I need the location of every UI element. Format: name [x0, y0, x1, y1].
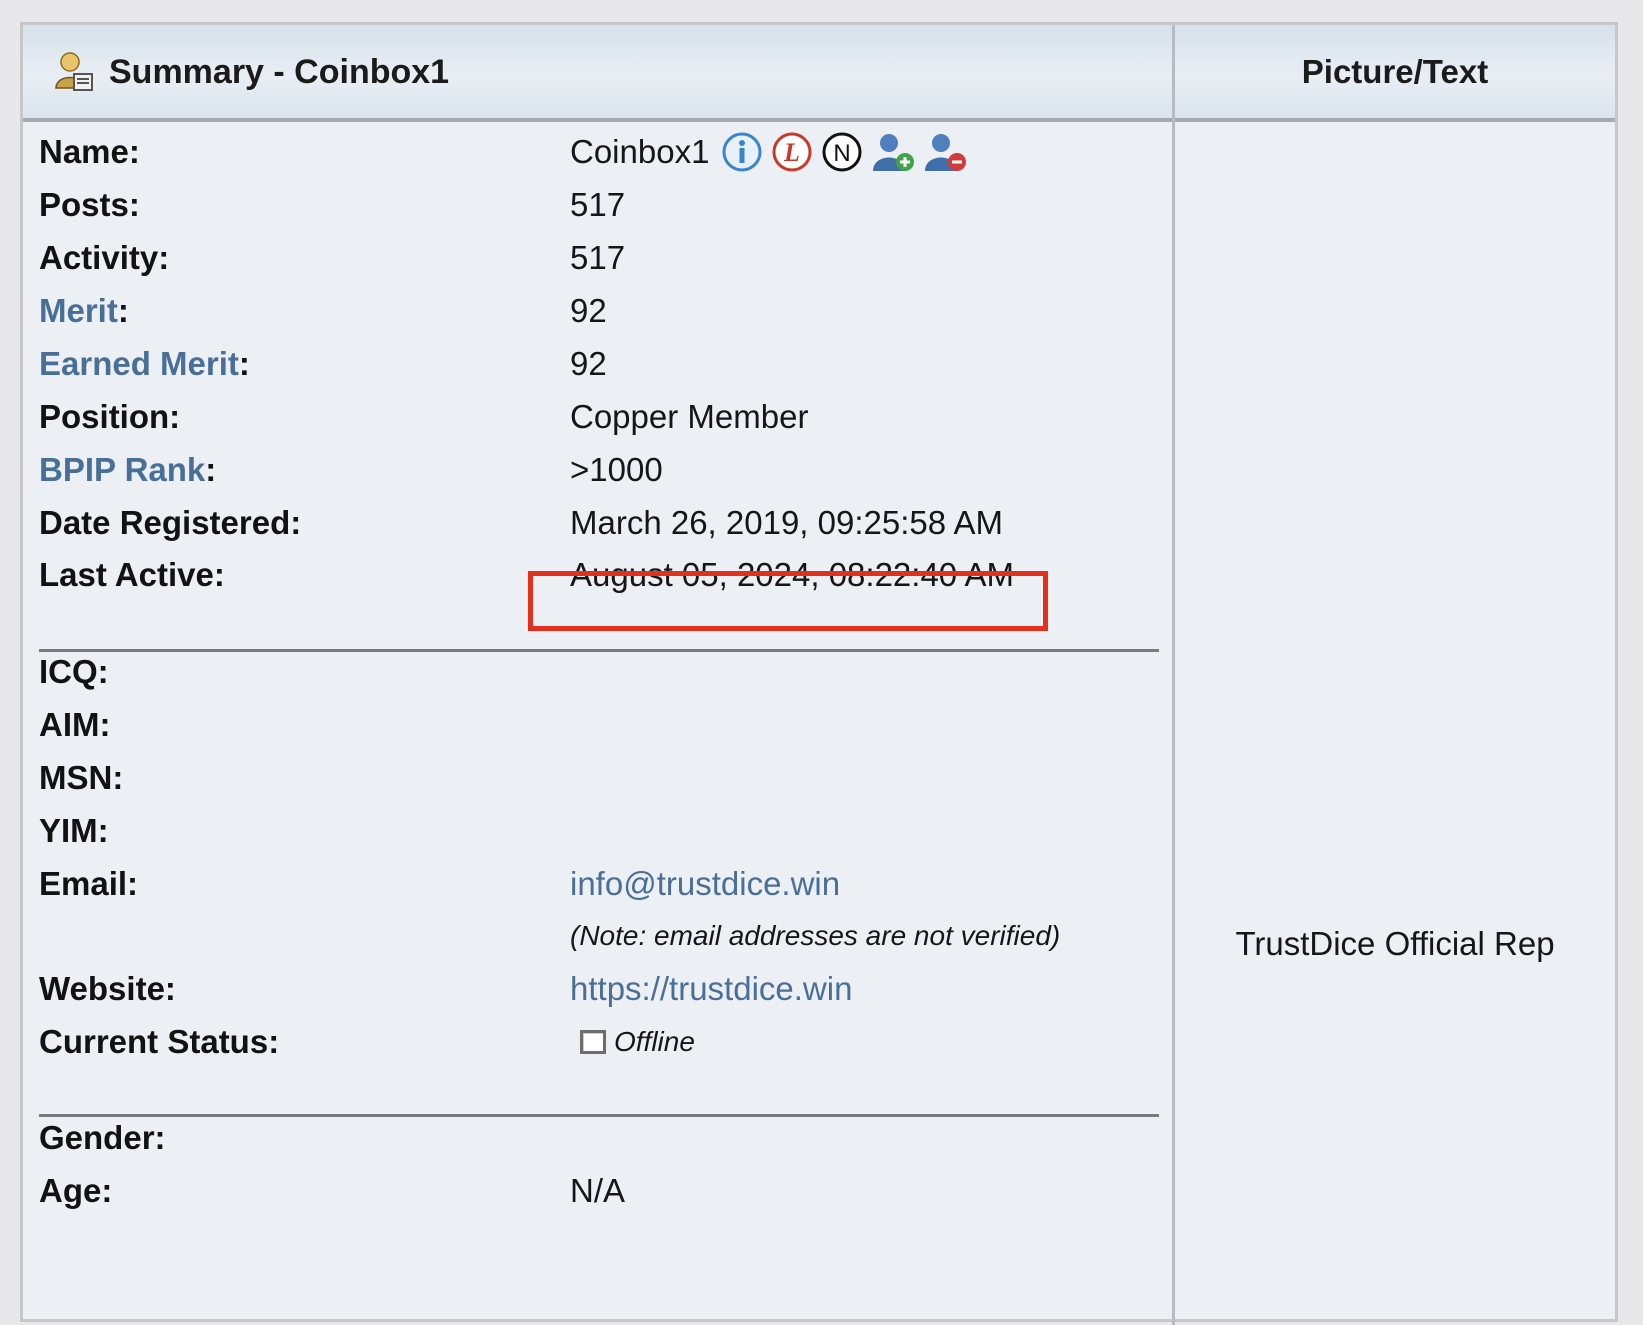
age-label: Age: [39, 1172, 113, 1209]
user-info-icon[interactable] [721, 131, 763, 173]
posts-label: Posts: [39, 186, 140, 223]
panel-title-text: Summary - Coinbox1 [109, 52, 450, 91]
website-link[interactable]: https://trustdice.win [570, 970, 852, 1008]
bpip-rank-link[interactable]: BPIP Rank [39, 451, 205, 488]
email-note: (Note: email addresses are not verified) [570, 920, 1061, 951]
merit-label: Merit: [39, 292, 129, 329]
email-value: info@trustdice.win [570, 859, 840, 909]
earned-merit-link[interactable]: Earned Merit [39, 345, 239, 382]
last-active-highlight-box [528, 571, 1048, 631]
icq-label: ICQ: [39, 653, 109, 690]
svg-text:L: L [783, 138, 800, 167]
letter-l-icon[interactable]: L [771, 131, 813, 173]
name-label: Name: [39, 133, 140, 170]
last-active-label: Last Active: [39, 556, 225, 593]
msn-label: MSN: [39, 759, 124, 796]
bpip-rank-value: >1000 [570, 451, 663, 488]
picture-text-heading: Picture/Text [1301, 53, 1489, 90]
status-text: Offline [614, 1026, 695, 1057]
svg-text:N: N [834, 140, 851, 167]
personal-text: TrustDice Official Rep [1235, 925, 1555, 962]
name-value-row: Coinbox1 L N [570, 127, 975, 177]
earned-merit-label: Earned Merit: [39, 345, 250, 382]
profile-summary-panel: Summary - Coinbox1 Picture/Text Name: Co… [20, 22, 1618, 1325]
activity-value: 517 [570, 239, 626, 276]
gender-label: Gender: [39, 1119, 166, 1156]
email-label: Email: [39, 865, 139, 902]
position-label: Position: [39, 398, 181, 435]
current-status-label: Current Status: [39, 1023, 280, 1060]
email-link[interactable]: info@trustdice.win [570, 865, 840, 903]
username: Coinbox1 [570, 133, 710, 170]
posts-value: 517 [570, 186, 626, 223]
earned-merit-value: 92 [570, 345, 607, 382]
merit-link[interactable]: Merit [39, 292, 118, 329]
panel-title: Summary - Coinbox1 [53, 47, 449, 97]
bpip-rank-label: BPIP Rank: [39, 451, 217, 488]
yim-label: YIM: [39, 812, 109, 849]
offline-status-icon [580, 1030, 606, 1054]
activity-label: Activity: [39, 239, 170, 276]
current-status-value: Offline [570, 1017, 695, 1067]
divider-1 [39, 649, 1159, 652]
date-registered-label: Date Registered: [39, 504, 302, 541]
website-label: Website: [39, 970, 176, 1007]
position-value: Copper Member [570, 398, 809, 435]
user-summary-icon [55, 52, 93, 91]
letter-n-icon[interactable]: N [821, 131, 863, 173]
website-value: https://trustdice.win [570, 964, 852, 1014]
date-registered-value: March 26, 2019, 09:25:58 AM [570, 504, 1003, 541]
divider-2 [39, 1114, 1159, 1117]
add-buddy-icon[interactable] [871, 131, 915, 173]
aim-label: AIM: [39, 706, 111, 743]
merit-value: 92 [570, 292, 607, 329]
remove-buddy-icon[interactable] [923, 131, 967, 173]
column-divider [1172, 25, 1175, 1325]
age-value: N/A [570, 1172, 626, 1209]
